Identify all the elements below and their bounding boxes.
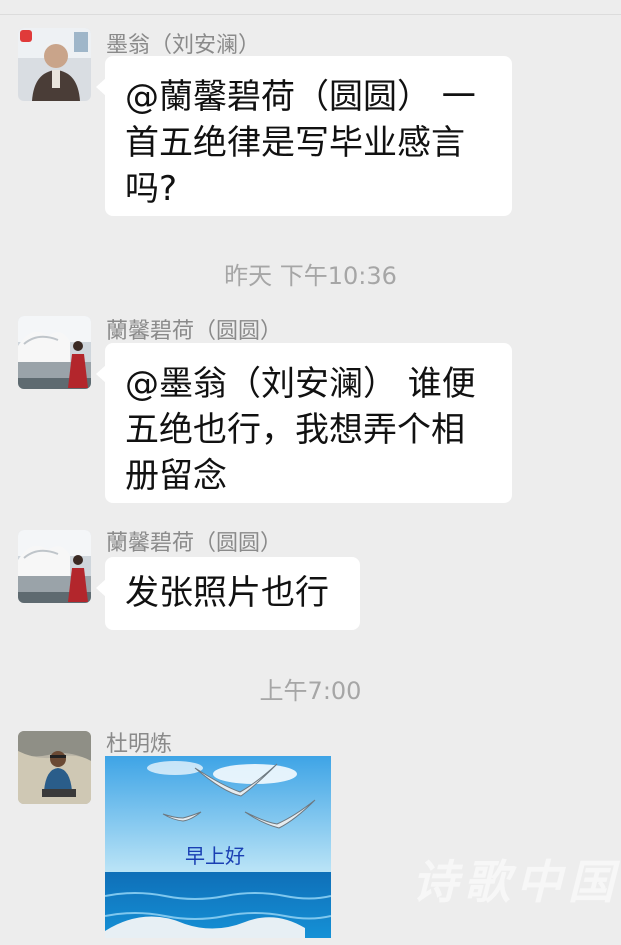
avatar-lan-xin-bi-he[interactable]: [18, 530, 91, 603]
message-line: 册留念: [125, 456, 227, 496]
message-bubble[interactable]: @墨翁（刘安澜） 谁便 五绝也行，我想弄个相 册留念: [96, 343, 512, 503]
message-line: 发张照片也行: [125, 573, 329, 613]
image-message[interactable]: 早上好: [105, 756, 331, 938]
top-divider: [0, 14, 621, 15]
message-bubble[interactable]: 发张照片也行: [96, 557, 360, 630]
sender-name: 蘭馨碧荷（圆圆）: [106, 319, 283, 344]
watermark: 诗歌中国: [412, 855, 620, 909]
sender-name: 墨翁（刘安澜）: [106, 33, 261, 58]
message-line: @蘭馨碧荷（圆圆） 一: [125, 77, 476, 117]
timestamp: 昨天 下午10:36: [224, 262, 397, 290]
avatar-du-ming-lian[interactable]: [18, 731, 91, 804]
sender-name: 杜明炼: [106, 732, 173, 757]
message-bubble[interactable]: @蘭馨碧荷（圆圆） 一 首五绝律是写毕业感言 吗?: [96, 56, 512, 216]
message-line: 五绝也行，我想弄个相: [125, 410, 465, 450]
image-caption: 早上好: [185, 844, 245, 868]
message-line: 吗?: [125, 169, 178, 209]
message-line: 首五绝律是写毕业感言: [125, 123, 465, 163]
avatar-mo-weng[interactable]: [18, 28, 91, 101]
timestamp: 上午7:00: [259, 677, 362, 705]
message-line: @墨翁（刘安澜） 谁便: [125, 364, 476, 404]
avatar-lan-xin-bi-he[interactable]: [18, 316, 91, 389]
sender-name: 蘭馨碧荷（圆圆）: [106, 531, 283, 556]
